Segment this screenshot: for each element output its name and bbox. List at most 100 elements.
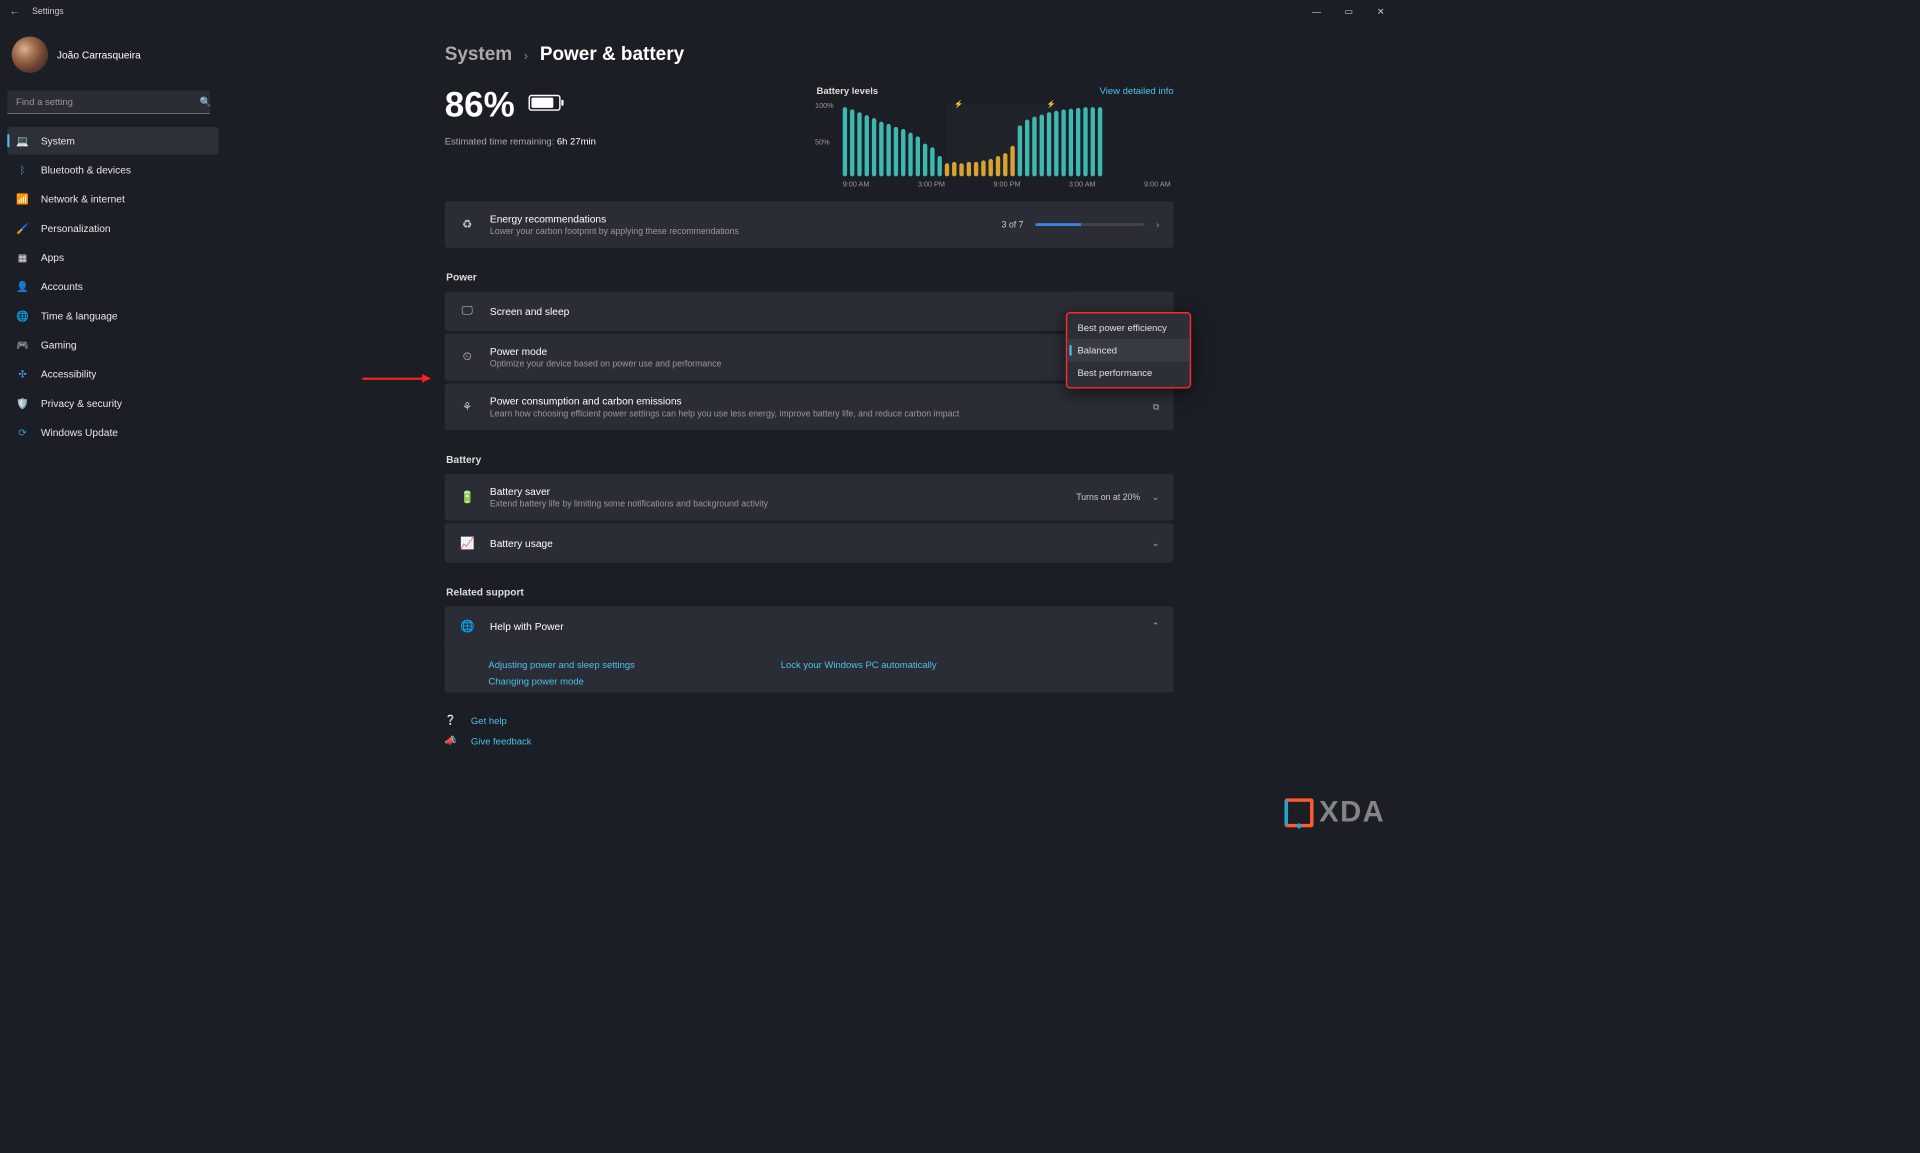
saver-icon: 🔋 (459, 489, 475, 505)
card-battery-saver[interactable]: 🔋 Battery saver Extend battery life by l… (445, 474, 1174, 521)
card-title: Power mode (490, 346, 1145, 358)
chart-bar (850, 109, 854, 176)
help-link-mode[interactable]: Changing power mode (488, 676, 583, 687)
nav-apps[interactable]: ▦ Apps (7, 243, 218, 271)
breadcrumb: System › Power & battery (445, 42, 1174, 65)
nav-gaming[interactable]: 🎮 Gaming (7, 331, 218, 359)
battery-chart: 100% 50% ⚡ ⚡ 9:00 AM 3:00 PM 9:00 PM 3:0… (843, 104, 1174, 184)
chart-bar (865, 115, 869, 176)
footer-label: Give feedback (471, 735, 532, 746)
nav-personalization[interactable]: 🖌️Personalization (7, 214, 218, 242)
search-icon: 🔍 (200, 96, 212, 108)
x-tick: 9:00 AM (1144, 181, 1171, 189)
help-link-adjust[interactable]: Adjusting power and sleep settings (488, 659, 634, 670)
watermark-text: XDA (1319, 796, 1385, 829)
nav-accessibility[interactable]: ✣ Accessibility (7, 360, 218, 388)
shield-icon: 🛡️ (16, 397, 29, 410)
x-tick: 9:00 PM (993, 181, 1020, 189)
accessibility-icon: ✣ (16, 367, 29, 380)
nav-bluetooth[interactable]: ᛒBluetooth & devices (7, 156, 218, 184)
nav-list: 💻System ᛒBluetooth & devices 📶Network & … (7, 127, 218, 446)
leaf-icon: ♻ (459, 217, 475, 233)
chevron-down-icon: ⌄ (1152, 538, 1159, 548)
chart-title: Battery levels (816, 85, 878, 96)
chart-bar (1003, 153, 1007, 176)
help-link-lock[interactable]: Lock your Windows PC automatically (781, 659, 937, 670)
y-tick: 100% (815, 102, 834, 110)
card-carbon[interactable]: ⚘ Power consumption and carbon emissions… (445, 383, 1174, 430)
dropdown-item-balanced[interactable]: Balanced (1067, 339, 1189, 362)
open-link-icon: ⧉ (1153, 401, 1159, 412)
card-title: Energy recommendations (490, 213, 987, 225)
chart-bar (989, 159, 993, 176)
section-power: Power (446, 271, 1174, 283)
card-energy-recommendations[interactable]: ♻ Energy recommendations Lower your carb… (445, 201, 1174, 248)
nav-update[interactable]: ⟳Windows Update (7, 418, 218, 446)
search-input[interactable] (7, 90, 210, 113)
back-button[interactable]: ← (6, 2, 23, 19)
chart-bar (857, 112, 861, 176)
card-title: Screen and sleep (490, 305, 1137, 317)
brush-icon: 🖌️ (16, 222, 29, 235)
nav-network[interactable]: 📶Network & internet (7, 185, 218, 213)
card-title: Power consumption and carbon emissions (490, 395, 1138, 407)
chart-bar (952, 162, 956, 177)
x-tick: 9:00 AM (843, 181, 870, 189)
nav-label: Accessibility (41, 368, 97, 380)
chart-bar (967, 162, 971, 177)
dropdown-item-efficiency[interactable]: Best power efficiency (1067, 316, 1189, 339)
chart-bar (1083, 107, 1087, 176)
watermark: XDA (1284, 796, 1385, 829)
minimize-button[interactable]: — (1301, 3, 1333, 20)
view-detail-link[interactable]: View detailed info (1100, 85, 1174, 96)
chart-bar (843, 107, 847, 176)
card-subtitle: Learn how choosing efficient power setti… (490, 408, 1138, 418)
nav-label: Accounts (41, 281, 83, 293)
apps-icon: ▦ (16, 251, 29, 264)
gauge-icon: ⏲ (459, 349, 475, 365)
estimate-label: Estimated time remaining: (445, 136, 555, 147)
card-power-mode[interactable]: ⏲ Power mode Optimize your device based … (445, 334, 1174, 381)
nav-label: Gaming (41, 339, 77, 351)
gamepad-icon: 🎮 (16, 338, 29, 351)
close-button[interactable]: ✕ (1365, 3, 1397, 20)
nav-label: Apps (41, 252, 64, 264)
maximize-button[interactable]: ▭ (1333, 3, 1365, 20)
nav-accounts[interactable]: 👤Accounts (7, 273, 218, 301)
breadcrumb-root[interactable]: System (445, 42, 512, 65)
give-feedback-link[interactable]: 📣 Give feedback (445, 730, 1174, 750)
x-tick: 3:00 AM (1069, 181, 1096, 189)
page-title: Power & battery (540, 42, 684, 65)
card-title: Battery saver (490, 486, 1062, 498)
clock-icon: 🌐 (16, 309, 29, 322)
card-screen-sleep[interactable]: 🖵 Screen and sleep ⌄ (445, 292, 1174, 331)
nav-system[interactable]: 💻System (7, 127, 218, 155)
card-subtitle: Lower your carbon footprint by applying … (490, 226, 987, 236)
nav-label: Bluetooth & devices (41, 164, 131, 176)
card-battery-usage[interactable]: 📈 Battery usage ⌄ (445, 523, 1174, 562)
card-title: Help with Power (490, 620, 1137, 632)
avatar (12, 36, 48, 72)
chart-bar (1032, 117, 1036, 177)
power-mode-dropdown: Best power efficiency Balanced Best perf… (1066, 312, 1191, 389)
battery-estimate: Estimated time remaining: 6h 27min (445, 136, 596, 147)
chevron-right-icon: › (1156, 219, 1159, 229)
nav-privacy[interactable]: 🛡️Privacy & security (7, 389, 218, 417)
profile[interactable]: João Carrasqueira (7, 36, 218, 72)
dropdown-item-performance[interactable]: Best performance (1067, 362, 1189, 385)
nav-label: Network & internet (41, 193, 125, 205)
card-title: Battery usage (490, 537, 1137, 549)
chart-bar (923, 144, 927, 177)
card-help-power[interactable]: 🌐 Help with Power ⌃ (445, 607, 1174, 646)
nav-time[interactable]: 🌐Time & language (7, 302, 218, 330)
help-icon: ❔ (445, 714, 458, 726)
x-tick: 3:00 PM (918, 181, 945, 189)
get-help-link[interactable]: ❔ Get help (445, 710, 1174, 730)
section-battery: Battery (446, 453, 1174, 465)
update-icon: ⟳ (16, 426, 29, 439)
chart-bar (1054, 111, 1058, 177)
chart-bar (974, 162, 978, 177)
footer-label: Get help (471, 715, 507, 726)
chart-bar (872, 118, 876, 176)
chart-bar (1076, 108, 1080, 177)
